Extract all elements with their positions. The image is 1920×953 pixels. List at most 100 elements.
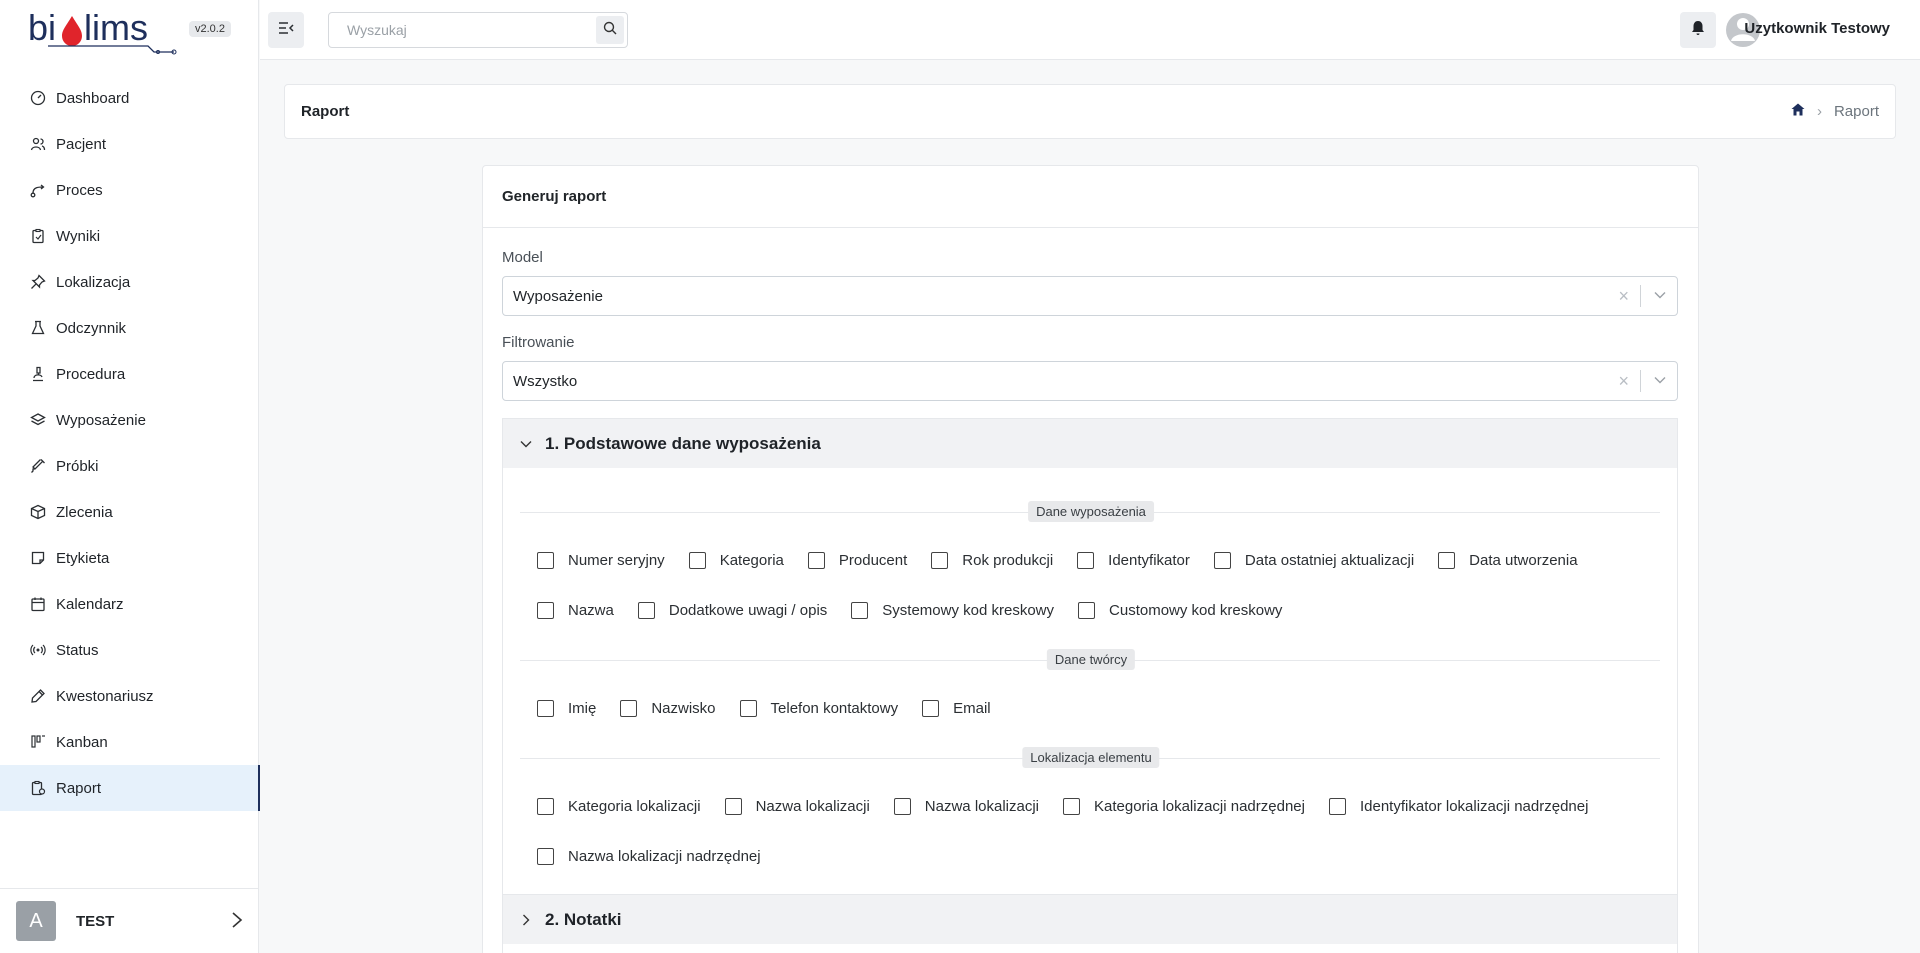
checkbox-nazwa-lokalizacji[interactable]: Nazwa lokalizacji <box>724 798 870 815</box>
sidebar-item-pacjent[interactable]: Pacjent <box>0 121 259 167</box>
sidebar-nav: Dashboard Pacjent Proces Wyniki Lokaliza… <box>0 75 260 811</box>
model-select-value: Wyposażenie <box>513 287 603 305</box>
checkbox-rok-produkcji[interactable]: Rok produkcji <box>931 552 1053 569</box>
checkbox-systemowy-kod[interactable]: Systemowy kod kreskowy <box>851 602 1054 619</box>
checkbox-telefon[interactable]: Telefon kontaktowy <box>739 700 898 717</box>
checkbox[interactable] <box>739 700 757 717</box>
checkbox-nazwisko[interactable]: Nazwisko <box>620 700 716 717</box>
checkbox[interactable] <box>1438 552 1456 569</box>
filter-select[interactable]: Wszystko × <box>502 361 1678 401</box>
checkbox[interactable] <box>688 552 706 569</box>
checkbox-nazwa[interactable]: Nazwa <box>537 602 614 619</box>
checkbox[interactable] <box>537 798 554 815</box>
group-label: Lokalizacja elementu <box>1022 747 1160 768</box>
checkbox-label: Nazwa lokalizacji nadrzędnej <box>568 848 761 865</box>
sidebar-item-proces[interactable]: Proces <box>0 167 259 213</box>
checkbox-data-utworzenia[interactable]: Data utworzenia <box>1438 552 1578 569</box>
sidebar-item-kalendarz[interactable]: Kalendarz <box>0 581 259 627</box>
checkbox[interactable] <box>537 602 554 619</box>
accordion-header-2[interactable]: 2. Notatki <box>503 895 1677 944</box>
sidebar-item-label: Zlecenia <box>56 503 113 521</box>
sidebar-item-status[interactable]: Status <box>0 627 259 673</box>
sidebar-item-raport[interactable]: Raport <box>0 765 260 811</box>
sidebar-toggle-button[interactable] <box>268 12 304 48</box>
search-button[interactable] <box>596 16 624 44</box>
sidebar-item-label: Lokalizacja <box>56 273 131 291</box>
checkbox[interactable] <box>637 602 655 619</box>
avatar: A <box>16 901 56 941</box>
sidebar-item-dashboard[interactable]: Dashboard <box>0 75 259 121</box>
checkbox-label: Numer seryjny <box>568 552 665 569</box>
sidebar-item-label: Pacjent <box>56 135 107 153</box>
checkbox[interactable] <box>1078 602 1096 619</box>
home-icon[interactable] <box>1791 103 1805 120</box>
checkbox-email[interactable]: Email <box>922 700 991 717</box>
accordion-header-1[interactable]: 1. Podstawowe dane wyposażenia <box>503 419 1677 468</box>
sidebar-item-label: Wyposażenie <box>56 411 146 429</box>
checkbox-kategoria[interactable]: Kategoria <box>688 552 784 569</box>
sidebar-item-kwestonariusz[interactable]: Kwestonariusz <box>0 673 259 719</box>
checkbox-label: Nazwa <box>568 602 614 619</box>
checkbox-identyfikator-nadrzednej[interactable]: Identyfikator lokalizacji nadrzędnej <box>1328 798 1589 815</box>
chevron-down-icon[interactable] <box>1653 288 1667 306</box>
sidebar-item-procedura[interactable]: Procedura <box>0 351 259 397</box>
checkbox[interactable] <box>724 798 742 815</box>
search-input[interactable] <box>329 13 579 47</box>
checkbox-row: Kategoria lokalizacji Nazwa lokalizacji … <box>537 798 1612 815</box>
svg-text:bi: bi <box>28 8 56 48</box>
sidebar-item-etykieta[interactable]: Etykieta <box>0 535 259 581</box>
checkbox-identyfikator[interactable]: Identyfikator <box>1077 552 1190 569</box>
card-title: Generuj raport <box>483 166 1698 228</box>
sticky-note-icon <box>30 550 46 566</box>
checkbox[interactable] <box>931 552 949 569</box>
checkbox-uwagi[interactable]: Dodatkowe uwagi / opis <box>637 602 827 619</box>
checkbox-label: Data utworzenia <box>1469 552 1578 569</box>
checkbox[interactable] <box>851 602 869 619</box>
checkbox-nazwa-lokalizacji-2[interactable]: Nazwa lokalizacji <box>893 798 1039 815</box>
checkbox-imie[interactable]: Imię <box>537 700 596 717</box>
checkbox-numer-seryjny[interactable]: Numer seryjny <box>537 552 665 569</box>
notifications-button[interactable] <box>1680 12 1716 48</box>
checkbox-kategoria-nadrzednej[interactable]: Kategoria lokalizacji nadrzędnej <box>1063 798 1305 815</box>
checkbox-customowy-kod[interactable]: Customowy kod kreskowy <box>1078 602 1282 619</box>
sidebar-footer[interactable]: A TEST <box>0 888 259 953</box>
sidebar-item-label: Status <box>56 641 99 659</box>
sidebar-item-wyniki[interactable]: Wyniki <box>0 213 259 259</box>
checkbox[interactable] <box>1328 798 1346 815</box>
checkbox[interactable] <box>922 700 940 717</box>
sidebar-item-odczynnik[interactable]: Odczynnik <box>0 305 259 351</box>
checkbox[interactable] <box>1077 552 1095 569</box>
checkbox[interactable] <box>537 700 554 717</box>
chevron-right-icon[interactable] <box>231 911 243 933</box>
checkbox[interactable] <box>807 552 825 569</box>
clear-icon[interactable]: × <box>1618 372 1629 390</box>
syringe-icon <box>30 458 46 474</box>
accordion-section-1: 1. Podstawowe dane wyposażenia Dane wypo… <box>502 418 1678 895</box>
checkbox-producent[interactable]: Producent <box>807 552 907 569</box>
chevron-down-icon[interactable] <box>1653 373 1667 391</box>
checkbox[interactable] <box>537 848 554 865</box>
checkbox-label: Kategoria lokalizacji nadrzędnej <box>1094 798 1305 815</box>
sidebar-item-wyposazenie[interactable]: Wyposażenie <box>0 397 259 443</box>
checkbox[interactable] <box>1063 798 1081 815</box>
checkbox[interactable] <box>620 700 638 717</box>
user-name[interactable]: Uzytkownik Testowy <box>1744 20 1890 37</box>
sidebar-item-probki[interactable]: Próbki <box>0 443 259 489</box>
sidebar-item-zlecenia[interactable]: Zlecenia <box>0 489 259 535</box>
sidebar-item-kanban[interactable]: Kanban <box>0 719 259 765</box>
checkbox-kategoria-lokalizacji[interactable]: Kategoria lokalizacji <box>537 798 701 815</box>
checkbox[interactable] <box>1213 552 1231 569</box>
app-logo[interactable]: bi lims <box>28 7 188 55</box>
checkbox-data-aktualizacji[interactable]: Data ostatniej aktualizacji <box>1213 552 1414 569</box>
clear-icon[interactable]: × <box>1618 287 1629 305</box>
sidebar-item-lokalizacja[interactable]: Lokalizacja <box>0 259 259 305</box>
checkbox[interactable] <box>893 798 911 815</box>
version-badge: v2.0.2 <box>189 21 231 37</box>
chevron-down-icon <box>519 437 533 451</box>
checkbox[interactable] <box>537 552 554 569</box>
checkbox-label: Identyfikator <box>1108 552 1190 569</box>
sidebar-item-label: Etykieta <box>56 549 110 567</box>
checkbox-label: Identyfikator lokalizacji nadrzędnej <box>1359 798 1589 815</box>
checkbox-nazwa-nadrzednej[interactable]: Nazwa lokalizacji nadrzędnej <box>537 848 761 865</box>
model-select[interactable]: Wyposażenie × <box>502 276 1678 316</box>
